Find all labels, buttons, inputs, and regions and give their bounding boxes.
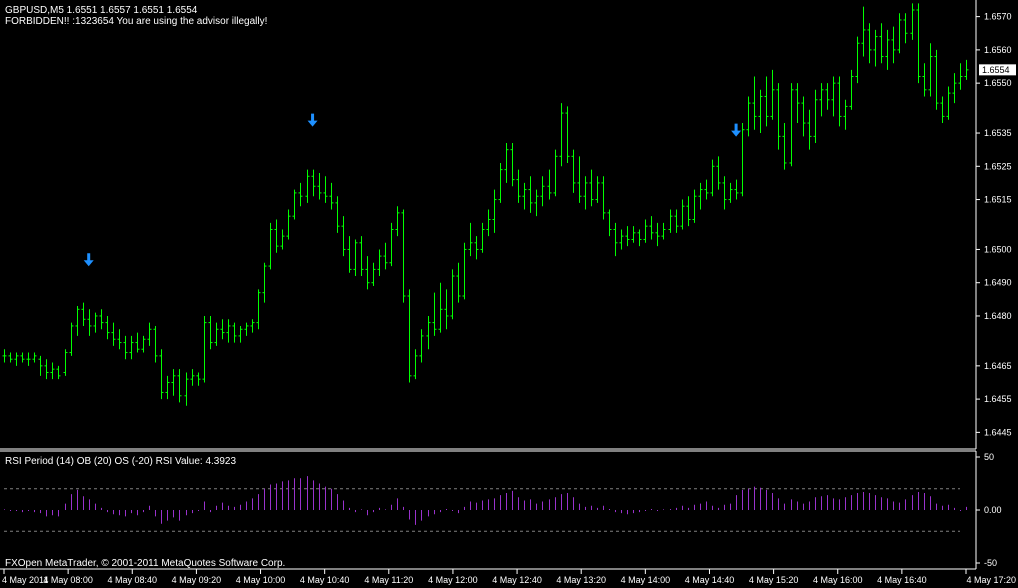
time-tick-label: 4 May 08:40 bbox=[108, 575, 158, 585]
time-tick-label: 4 May 17:20 bbox=[966, 575, 1016, 585]
time-tick-label: 4 May 15:20 bbox=[749, 575, 799, 585]
price-tick-label: 1.6490 bbox=[984, 278, 1012, 288]
time-tick-label: 4 May 12:40 bbox=[492, 575, 542, 585]
advisor-warning: FORBIDDEN!! :1323654 You are using the a… bbox=[5, 16, 267, 27]
time-tick-label: 4 May 14:00 bbox=[621, 575, 671, 585]
time-tick-label: 4 May 12:00 bbox=[428, 575, 478, 585]
price-tick-label: 1.6570 bbox=[984, 12, 1012, 22]
rsi-label: RSI Period (14) OB (20) OS (-20) RSI Val… bbox=[5, 456, 236, 467]
chart-window[interactable]: 1.6570 1.6560 1.6550 1.6535 1.6525 1.6515 1.65… bbox=[0, 0, 1018, 588]
time-tick-label: 4 May 11:20 bbox=[364, 575, 413, 585]
price-tick-label: 1.6445 bbox=[984, 427, 1012, 437]
time-tick-label: 4 May 14:40 bbox=[685, 575, 735, 585]
price-tick-label: 1.6455 bbox=[984, 394, 1012, 404]
rsi-tick-label: 50 bbox=[984, 452, 994, 462]
chart-background bbox=[0, 0, 1018, 588]
time-tick-label: 4 May 13:20 bbox=[556, 575, 606, 585]
price-tick-label: 1.6515 bbox=[984, 195, 1012, 205]
current-price-marker: 1.6554 bbox=[979, 64, 1016, 76]
time-tick-label: 4 May 2011 bbox=[2, 575, 48, 585]
price-tick-label: 1.6465 bbox=[984, 361, 1012, 371]
time-tick-label: 4 May 10:00 bbox=[236, 575, 286, 585]
time-tick-label: 4 May 09:20 bbox=[172, 575, 222, 585]
symbol-header: GBPUSD,M5 1.6551 1.6557 1.6551 1.6554 bbox=[5, 5, 198, 16]
price-tick-label: 1.6550 bbox=[984, 78, 1012, 88]
price-tick-label: 1.6560 bbox=[984, 45, 1012, 55]
time-tick-label: 4 May 16:00 bbox=[813, 575, 863, 585]
price-tick-label: 1.6500 bbox=[984, 244, 1012, 254]
current-price-label: 1.6554 bbox=[982, 65, 1010, 75]
time-tick-label: 4 May 10:40 bbox=[300, 575, 350, 585]
copyright-text: FXOpen MetaTrader, © 2001-2011 MetaQuote… bbox=[5, 558, 285, 569]
time-tick-label: 4 May 16:40 bbox=[877, 575, 927, 585]
price-tick-label: 1.6535 bbox=[984, 128, 1012, 138]
rsi-tick-label: -50 bbox=[984, 558, 997, 568]
price-tick-label: 1.6480 bbox=[984, 311, 1012, 321]
rsi-tick-label: 0.00 bbox=[984, 505, 1002, 515]
price-tick-label: 1.6525 bbox=[984, 161, 1012, 171]
time-tick-label: 4 May 08:00 bbox=[43, 575, 93, 585]
